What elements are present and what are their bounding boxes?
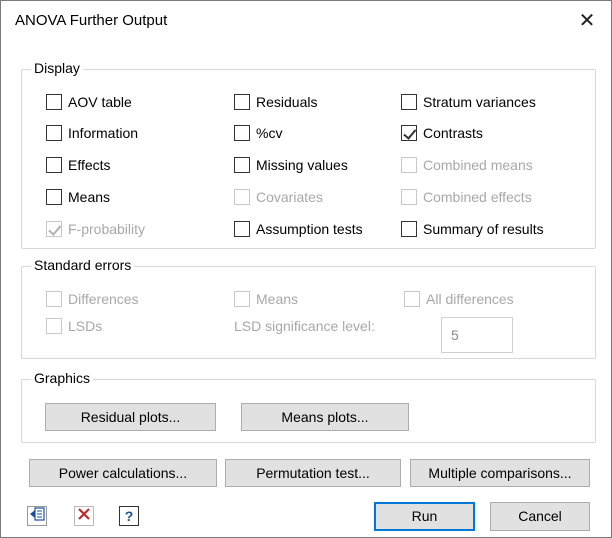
checkbox-label: Summary of results — [423, 221, 544, 237]
checkbox-percent-cv[interactable]: %cv — [234, 123, 282, 143]
checkbox-label: Differences — [68, 291, 139, 307]
checkbox-label: Assumption tests — [256, 221, 363, 237]
checkbox-effects[interactable]: Effects — [46, 155, 111, 175]
checkbox-missing-values[interactable]: Missing values — [234, 155, 348, 175]
checkbox-assumption-tests[interactable]: Assumption tests — [234, 219, 363, 239]
checkbox-box — [401, 189, 417, 205]
checkbox-label: Combined means — [423, 157, 533, 173]
checkbox-label: Means — [68, 189, 111, 205]
checkbox-label: AOV table — [68, 94, 132, 110]
display-group-label: Display — [31, 60, 83, 76]
checkbox-label: Covariates — [256, 189, 323, 205]
checkbox-box[interactable] — [401, 125, 417, 141]
checkbox-label: Combined effects — [423, 189, 532, 205]
checkbox-information[interactable]: Information — [46, 123, 138, 143]
checkbox-box[interactable] — [234, 125, 250, 141]
checkbox-label: Residuals — [256, 94, 318, 110]
checkbox-box[interactable] — [234, 94, 250, 110]
checkbox-f-probability: F-probability — [46, 219, 145, 239]
checkbox-label: Stratum variances — [423, 94, 536, 110]
permutation-test-button[interactable]: Permutation test... — [225, 459, 401, 487]
clear-icon[interactable] — [74, 506, 94, 526]
multiple-comparisons-button[interactable]: Multiple comparisons... — [410, 459, 590, 487]
checkbox-box[interactable] — [46, 94, 62, 110]
checkbox-box[interactable] — [234, 157, 250, 173]
lsd-significance-level-label: LSD significance level: — [234, 318, 375, 334]
checkbox-box[interactable] — [46, 125, 62, 141]
checkbox-covariates: Covariates — [234, 187, 323, 207]
checkbox-combined-effects: Combined effects — [401, 187, 532, 207]
cancel-button[interactable]: Cancel — [490, 502, 590, 531]
residual-plots-button[interactable]: Residual plots... — [45, 403, 216, 431]
checkbox-summary-of-results[interactable]: Summary of results — [401, 219, 544, 239]
window-title: ANOVA Further Output — [15, 12, 168, 29]
checkbox-box — [401, 157, 417, 173]
checkbox-stratum-variances[interactable]: Stratum variances — [401, 92, 536, 112]
checkbox-se-means: Means — [234, 289, 298, 309]
checkbox-lsds: LSDs — [46, 316, 102, 336]
anova-further-output-dialog: ANOVA Further Output ✕ Display AOV table… — [0, 0, 612, 538]
checkbox-box[interactable] — [46, 189, 62, 205]
checkbox-aov-table[interactable]: AOV table — [46, 92, 132, 112]
checkbox-label: Effects — [68, 157, 111, 173]
run-button[interactable]: Run — [374, 502, 475, 531]
checkbox-box — [234, 189, 250, 205]
checkbox-box — [46, 318, 62, 334]
standard-errors-group-label: Standard errors — [31, 257, 135, 273]
checkbox-differences: Differences — [46, 289, 139, 309]
checkbox-label: %cv — [256, 125, 283, 141]
checkbox-label: Contrasts — [423, 125, 483, 141]
checkbox-box — [404, 291, 420, 307]
lsd-significance-level-input[interactable]: 5 — [441, 317, 513, 353]
checkbox-box — [234, 291, 250, 307]
transfer-icon-graphic — [30, 507, 45, 521]
checkbox-contrasts[interactable]: Contrasts — [401, 123, 483, 143]
checkbox-all-differences: All differences — [404, 289, 514, 309]
checkbox-box — [46, 291, 62, 307]
checkbox-label: F-probability — [68, 221, 146, 237]
graphics-group-label: Graphics — [31, 370, 94, 386]
clear-icon-graphic — [78, 508, 90, 520]
means-plots-button[interactable]: Means plots... — [241, 403, 409, 431]
checkbox-label: Missing values — [256, 157, 348, 173]
checkbox-box[interactable] — [234, 221, 250, 237]
checkbox-box[interactable] — [401, 94, 417, 110]
title-bar: ANOVA Further Output ✕ — [1, 1, 611, 41]
power-calculations-button[interactable]: Power calculations... — [29, 459, 217, 487]
checkmark-icon — [48, 222, 62, 236]
close-icon[interactable]: ✕ — [573, 7, 601, 35]
checkbox-label: Information — [68, 125, 139, 141]
checkbox-label: LSDs — [68, 318, 103, 334]
checkbox-label: Means — [256, 291, 299, 307]
checkbox-means[interactable]: Means — [46, 187, 110, 207]
checkbox-box[interactable] — [401, 221, 417, 237]
help-icon[interactable]: ? — [119, 506, 139, 526]
transfer-icon[interactable] — [27, 506, 47, 526]
checkbox-residuals[interactable]: Residuals — [234, 92, 317, 112]
checkmark-icon — [403, 126, 417, 140]
checkbox-label: All differences — [426, 291, 514, 307]
checkbox-box[interactable] — [46, 157, 62, 173]
checkbox-box — [46, 221, 62, 237]
checkbox-combined-means: Combined means — [401, 155, 533, 175]
